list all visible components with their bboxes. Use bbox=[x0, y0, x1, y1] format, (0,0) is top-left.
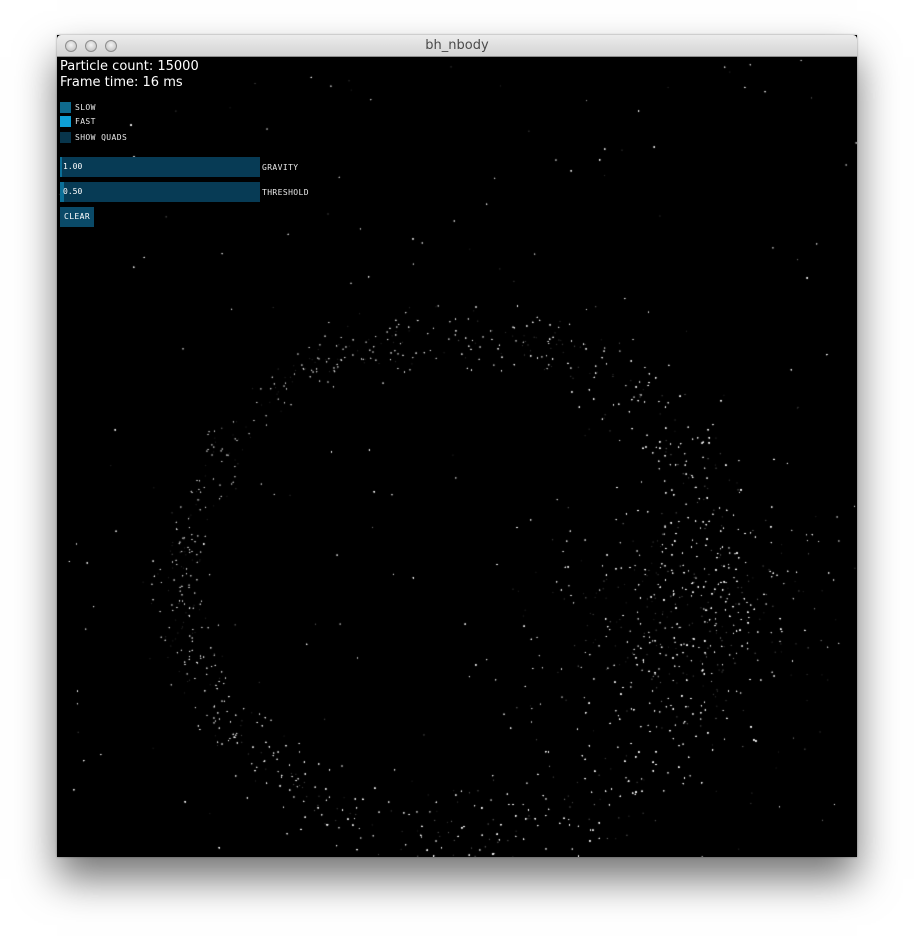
toggle-show-quads[interactable]: SHOW QUADS bbox=[60, 132, 127, 143]
title-bar[interactable]: bh_nbody bbox=[57, 35, 857, 57]
particle-count-label: Particle count: 15000 bbox=[60, 59, 199, 74]
threshold-slider-value: 0.50 bbox=[63, 187, 83, 196]
gravity-slider-fill bbox=[60, 157, 62, 177]
gravity-label: GRAVITY bbox=[262, 163, 299, 172]
toggle-fast[interactable]: FAST bbox=[60, 116, 96, 127]
gravity-slider-value: 1.00 bbox=[63, 162, 83, 171]
window-title: bh_nbody bbox=[425, 38, 489, 53]
simulation-canvas[interactable]: Particle count: 15000 Frame time: 16 ms … bbox=[57, 57, 857, 857]
gravity-slider[interactable]: 1.00 bbox=[60, 157, 260, 177]
toggle-fast-checkbox[interactable] bbox=[60, 116, 71, 127]
toggle-show-quads-label: SHOW QUADS bbox=[75, 133, 128, 142]
threshold-slider[interactable]: 0.50 bbox=[60, 182, 260, 202]
toggle-fast-label: FAST bbox=[75, 117, 96, 126]
clear-button[interactable]: CLEAR bbox=[60, 207, 95, 227]
toggle-slow[interactable]: SLOW bbox=[60, 102, 96, 113]
toggle-show-quads-checkbox[interactable] bbox=[60, 132, 71, 143]
toggle-slow-label: SLOW bbox=[75, 103, 96, 112]
app-window: bh_nbody Particle count: 15000 Frame tim… bbox=[57, 35, 857, 857]
threshold-label: THRESHOLD bbox=[262, 188, 309, 197]
toggle-slow-checkbox[interactable] bbox=[60, 102, 71, 113]
particle-field[interactable] bbox=[57, 57, 857, 857]
frame-time-label: Frame time: 16 ms bbox=[60, 75, 183, 90]
